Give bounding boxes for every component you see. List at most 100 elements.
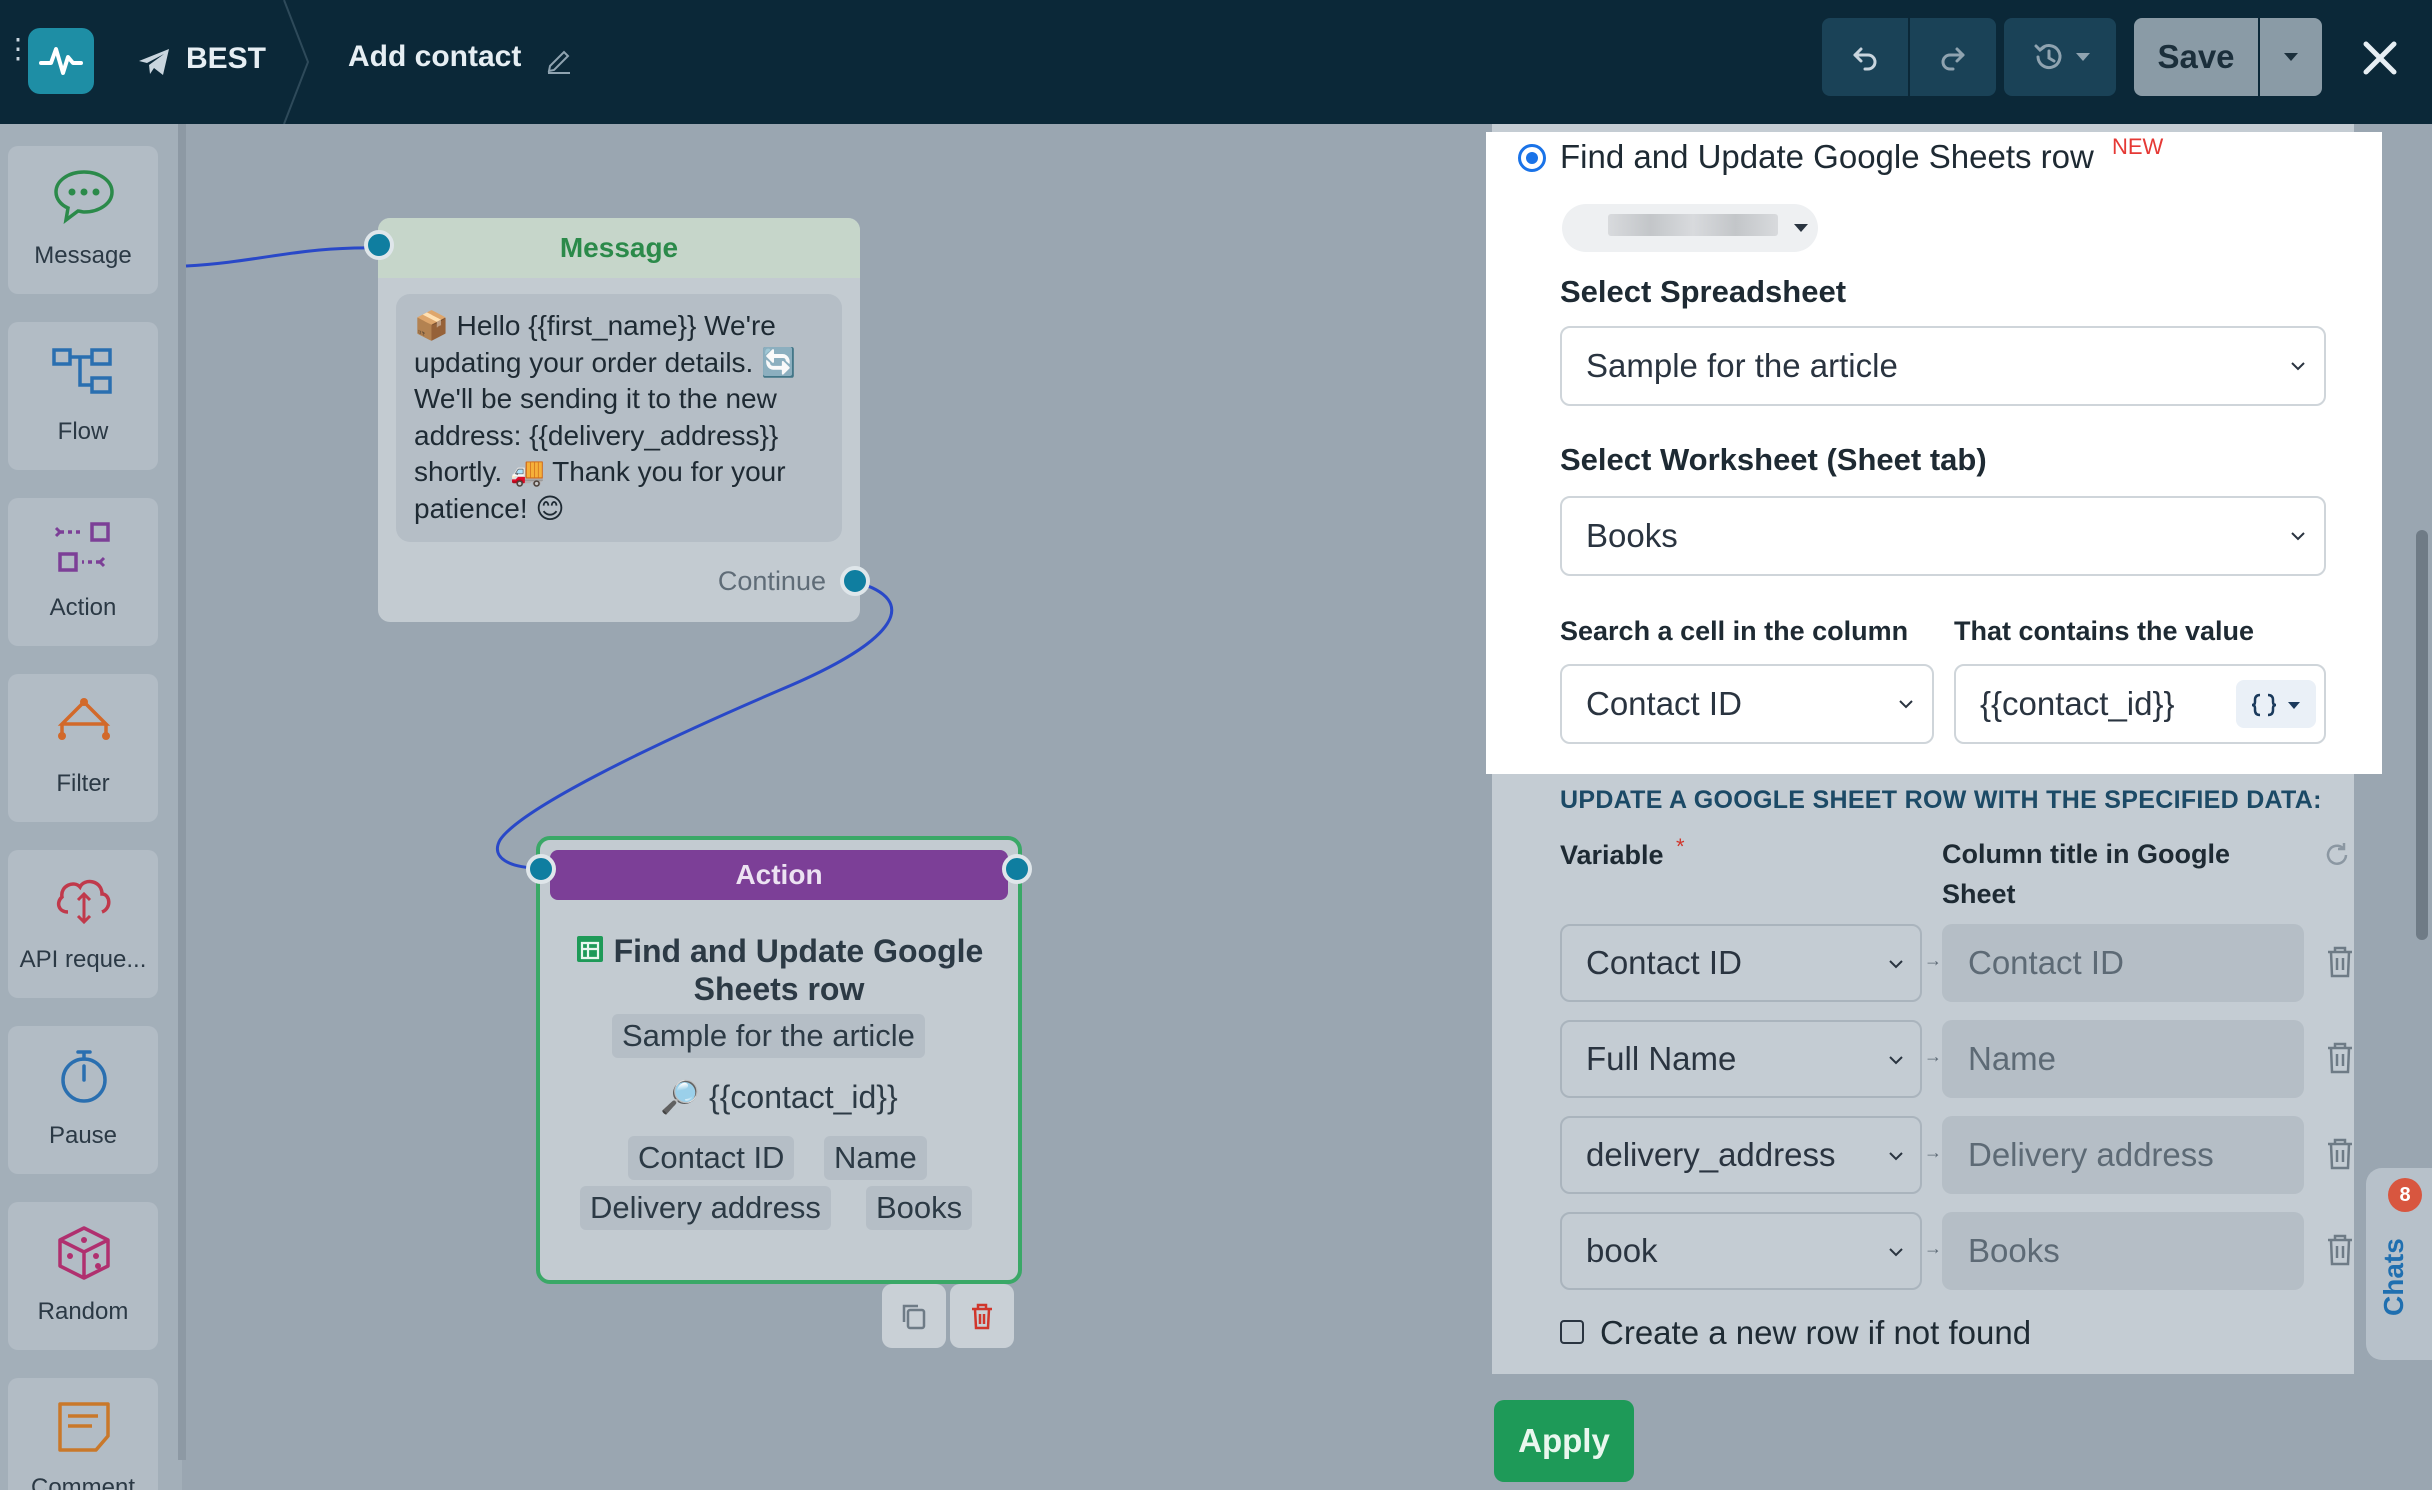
- tool-label: API reque...: [19, 946, 147, 973]
- tool-action[interactable]: Action: [8, 498, 158, 646]
- close-icon[interactable]: [2352, 28, 2408, 88]
- api-request-icon: [56, 879, 111, 925]
- insert-variable-button[interactable]: [2236, 680, 2316, 728]
- breadcrumb-separator: [283, 0, 310, 124]
- chevron-down-icon: [1794, 224, 1808, 232]
- tool-label: Comment: [30, 1474, 136, 1490]
- tool-pause[interactable]: Pause: [8, 1026, 158, 1174]
- variable-value: delivery_address: [1586, 1136, 1836, 1173]
- trash-icon[interactable]: [2324, 1232, 2356, 1268]
- panel-scrollbar[interactable]: [2416, 530, 2428, 940]
- column-title-input[interactable]: Name: [1942, 1020, 2304, 1098]
- tool-comment[interactable]: Comment: [8, 1378, 158, 1490]
- chevron-down-icon: [1889, 1056, 1903, 1065]
- trash-icon[interactable]: [2324, 1136, 2356, 1172]
- worksheet-select[interactable]: Books: [1560, 496, 2326, 576]
- duplicate-node-button[interactable]: [882, 1284, 946, 1348]
- undo-icon: [1853, 47, 1877, 71]
- search-value: 🔎 {{contact_id}}: [660, 1079, 898, 1115]
- undo-button[interactable]: [1822, 18, 1908, 96]
- variable-select[interactable]: delivery_address: [1560, 1116, 1922, 1194]
- trash-icon[interactable]: [2324, 1040, 2356, 1076]
- column-chip: Name: [824, 1136, 927, 1180]
- spreadsheet-select[interactable]: Sample for the article: [1560, 326, 2326, 406]
- tool-message[interactable]: Message: [8, 146, 158, 294]
- pause-icon: [61, 1050, 107, 1103]
- contains-value-label: That contains the value: [1954, 616, 2255, 646]
- delete-node-button[interactable]: [950, 1284, 1014, 1348]
- create-row-checkbox[interactable]: [1560, 1320, 1584, 1344]
- top-bar: ⋮ BEST Add contact Save: [0, 0, 2432, 124]
- variable-select[interactable]: Full Name: [1560, 1020, 1922, 1098]
- sidebar-scrollbar[interactable]: [178, 124, 186, 1460]
- tool-label: Filter: [56, 770, 110, 797]
- apply-button[interactable]: Apply: [1494, 1400, 1634, 1482]
- chevron-down-icon: [2291, 362, 2305, 371]
- tool-api-request[interactable]: API reque...: [8, 850, 158, 998]
- chevron-down-icon: [1889, 1248, 1903, 1257]
- arrow-right-icon: →: [1924, 1142, 1942, 1162]
- spreadsheet-chip: Sample for the article: [612, 1014, 925, 1058]
- spreadsheet-value: Sample for the article: [1586, 347, 1898, 384]
- bot-name[interactable]: BEST: [186, 42, 266, 76]
- chevron-down-icon: [1889, 1152, 1903, 1161]
- variable-value: Contact ID: [1586, 944, 1742, 981]
- tool-label: Flow: [57, 418, 109, 445]
- new-badge: NEW: [2112, 134, 2164, 159]
- arrow-right-icon: →: [1924, 1238, 1942, 1258]
- google-sheets-icon: [576, 936, 603, 962]
- trash-icon[interactable]: [2324, 944, 2356, 980]
- save-button[interactable]: Save: [2134, 18, 2258, 96]
- action-output-port[interactable]: [1002, 854, 1032, 884]
- mapping-section-title: UPDATE A GOOGLE SHEET ROW WITH THE SPECI…: [1560, 786, 2322, 814]
- contains-value-input[interactable]: {{contact_id}}: [1954, 664, 2326, 744]
- chevron-down-icon: [2291, 532, 2305, 541]
- tool-flow[interactable]: Flow: [8, 322, 158, 470]
- tool-label: Pause: [48, 1122, 118, 1149]
- column-title-input[interactable]: Delivery address: [1942, 1116, 2304, 1194]
- column-title-header: Column title in Google Sheet: [1942, 839, 2230, 909]
- chats-label: Chats: [2378, 1238, 2409, 1316]
- save-options-button[interactable]: [2260, 18, 2322, 96]
- continue-output-port[interactable]: [840, 566, 870, 596]
- tool-random[interactable]: Random: [8, 1202, 158, 1350]
- comment-icon: [58, 1402, 110, 1452]
- redo-button[interactable]: [1910, 18, 1996, 96]
- message-input-port[interactable]: [364, 230, 394, 260]
- search-column-select[interactable]: Contact ID: [1560, 664, 1934, 744]
- column-title-input[interactable]: Books: [1942, 1212, 2304, 1290]
- action-icon: [54, 522, 110, 572]
- column-chip: Delivery address: [580, 1186, 831, 1230]
- flow-icon: [52, 348, 112, 394]
- app-logo[interactable]: [28, 28, 94, 94]
- search-column-value: Contact ID: [1586, 685, 1742, 722]
- more-vertical-icon[interactable]: ⋮: [4, 35, 32, 82]
- action-title-text: Find and Update Google Sheets row: [613, 933, 984, 1007]
- message-icon: [54, 170, 114, 224]
- tool-label: Message: [34, 242, 132, 269]
- variable-select[interactable]: book: [1560, 1212, 1922, 1290]
- variable-header: Variable: [1560, 840, 1664, 870]
- message-text: 📦 Hello {{first_name}} We're updating yo…: [396, 294, 842, 542]
- variable-braces-icon: [2251, 693, 2300, 717]
- action-title: Find and Update Google Sheets row: [540, 932, 1018, 1008]
- action-node[interactable]: Action Find and Update Google Sheets row…: [536, 836, 1022, 1284]
- refresh-icon[interactable]: [2322, 840, 2352, 870]
- tool-filter[interactable]: Filter: [8, 674, 158, 822]
- action-input-port[interactable]: [526, 854, 556, 884]
- chevron-down-icon: [1889, 960, 1903, 969]
- action-node-title: Action: [550, 850, 1008, 900]
- chats-unread-badge: 8: [2388, 1178, 2422, 1212]
- arrow-right-icon: →: [1924, 950, 1942, 970]
- column-title-input[interactable]: Contact ID: [1942, 924, 2304, 1002]
- required-mark: *: [1676, 834, 1685, 859]
- message-node[interactable]: Message 📦 Hello {{first_name}} We're upd…: [378, 218, 860, 622]
- history-button[interactable]: [2004, 18, 2116, 96]
- variable-select[interactable]: Contact ID: [1560, 924, 1922, 1002]
- create-row-label: Create a new row if not found: [1600, 1314, 2032, 1351]
- worksheet-value: Books: [1586, 517, 1678, 554]
- chevron-down-icon: [1899, 700, 1913, 709]
- account-name-redacted: [1608, 214, 1778, 236]
- edit-pencil-icon[interactable]: [544, 44, 574, 74]
- find-update-radio[interactable]: [1518, 144, 1546, 172]
